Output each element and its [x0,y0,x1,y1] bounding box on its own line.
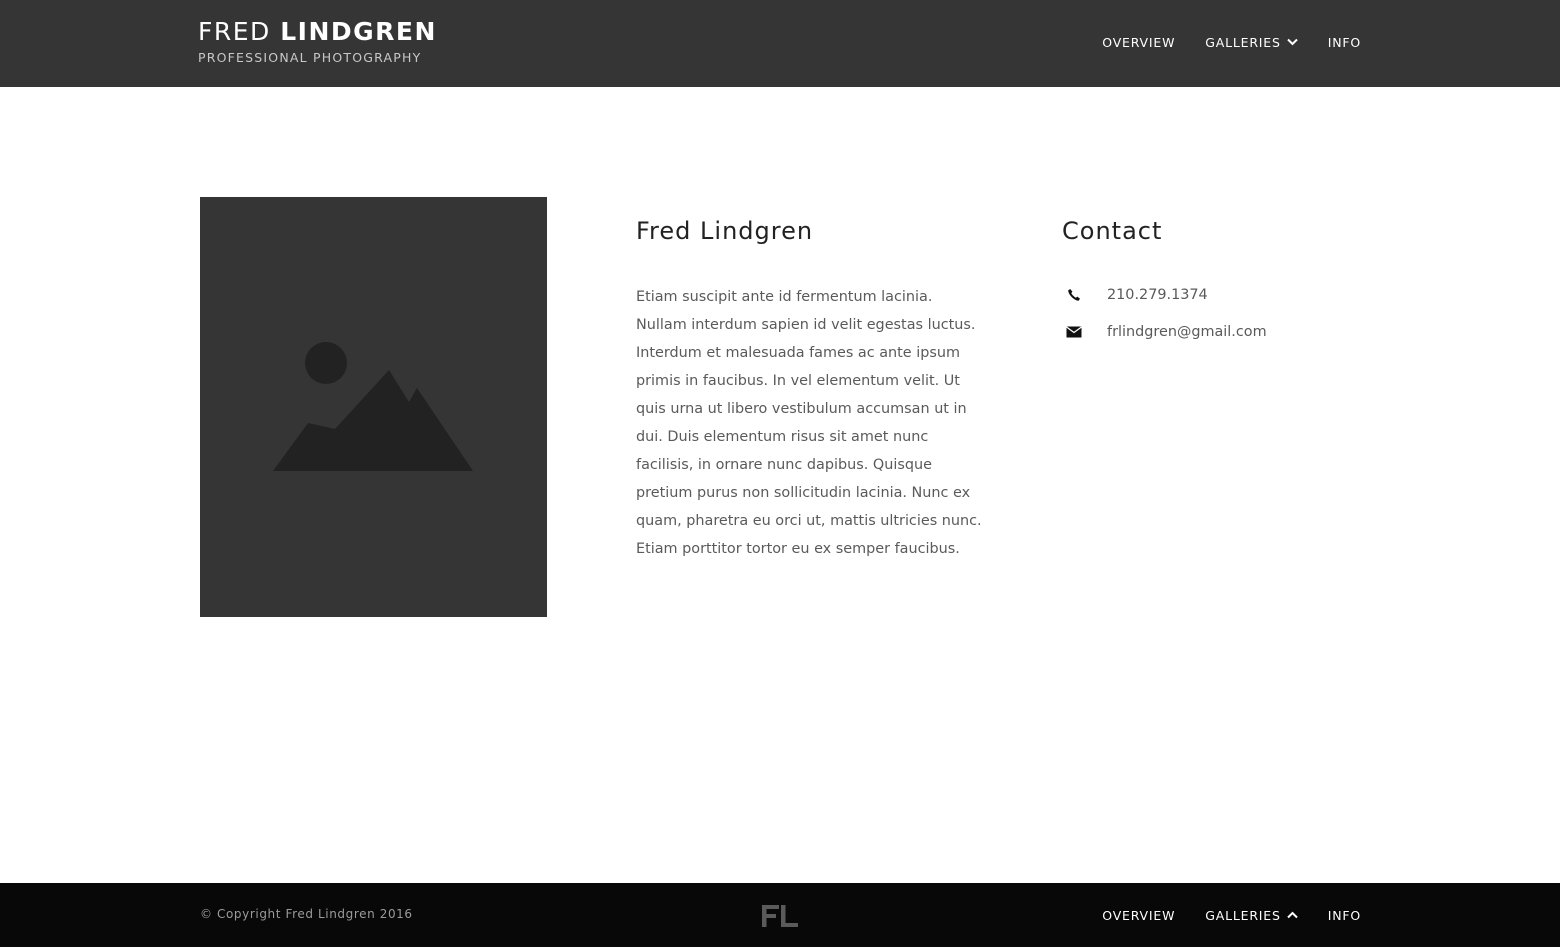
fl-logo-icon[interactable] [761,904,799,928]
footer-nav-info[interactable]: INFO [1328,908,1361,923]
contact-phone: 210.279.1374 [1062,284,1208,306]
brand-tagline: PROFESSIONAL PHOTOGRAPHY [198,50,422,65]
phone-number[interactable]: 210.279.1374 [1107,287,1208,303]
email-address[interactable]: frlindgren@gmail.com [1107,324,1267,340]
nav-overview[interactable]: OVERVIEW [1102,35,1175,50]
chevron-down-icon [1287,38,1298,46]
phone-icon [1062,284,1086,306]
copyright-text: © Copyright Fred Lindgren 2016 [200,907,413,921]
footer-nav-galleries[interactable]: GALLERIES [1205,907,1298,923]
main-nav: OVERVIEW GALLERIES INFO [1102,33,1361,51]
contact-email: frlindgren@gmail.com [1062,321,1267,343]
image-placeholder-icon [273,342,473,471]
contact-title: Contact [1062,217,1163,245]
chevron-up-icon [1287,911,1298,919]
footer-nav-overview-label: OVERVIEW [1102,907,1176,923]
site-logo[interactable]: FRED LINDGREN PROFESSIONAL PHOTOGRAPHY [198,18,458,66]
brand-last-name: LINDGREN [280,17,437,46]
footer-nav: OVERVIEW GALLERIES INFO [1102,906,1361,924]
nav-overview-label: OVERVIEW [1102,34,1176,50]
footer-nav-overview[interactable]: OVERVIEW [1102,908,1175,923]
site-footer: © Copyright Fred Lindgren 2016 OVERVIEW … [0,883,1560,947]
brand-name: FRED LINDGREN [198,18,458,46]
profile-name: Fred Lindgren [636,217,814,245]
nav-galleries[interactable]: GALLERIES [1205,34,1298,50]
footer-nav-info-label: INFO [1327,907,1361,923]
profile-bio: Etiam suscipit ante id fermentum lacinia… [636,289,982,557]
footer-nav-galleries-label: GALLERIES [1205,907,1281,923]
profile-photo [200,197,547,617]
site-header: FRED LINDGREN PROFESSIONAL PHOTOGRAPHY O… [0,0,1560,87]
nav-galleries-label: GALLERIES [1205,34,1281,50]
nav-info-label: INFO [1327,34,1361,50]
envelope-icon [1062,321,1086,343]
nav-info[interactable]: INFO [1328,35,1361,50]
brand-first-name: FRED [198,17,271,46]
